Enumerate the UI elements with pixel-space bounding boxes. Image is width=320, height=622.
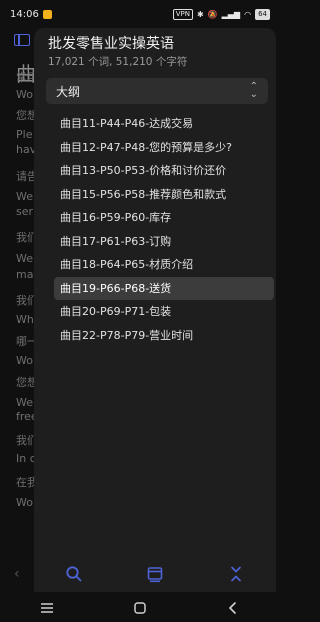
outline-item[interactable]: 曲目17-P61-P63-订购: [54, 230, 274, 254]
outline-list: 曲目11-P44-P46-达成交易 曲目12-P47-P48-您的预算是多少? 曲目…: [54, 112, 274, 347]
document-text-line: Wo: [16, 496, 33, 509]
outline-item[interactable]: 曲目18-P64-P65-材质介绍: [54, 253, 274, 277]
back-button[interactable]: [219, 596, 247, 620]
outline-item[interactable]: 曲目22-P78-P79-营业时间: [54, 324, 274, 348]
document-text-line: Wh: [16, 313, 34, 326]
document-text-line: We: [16, 396, 33, 409]
outline-item[interactable]: 曲目11-P44-P46-达成交易: [54, 112, 274, 136]
collapse-icon: [230, 566, 241, 582]
home-button[interactable]: [126, 596, 154, 620]
outline-dropdown[interactable]: 大纲 ⌃ ⌄: [46, 78, 268, 104]
document-text-line: In c: [16, 452, 36, 465]
panel-footer: [34, 556, 276, 592]
outline-panel: 批发零售业实操英语 17,021 个词, 51,210 个字符 大纲 ⌃ ⌄ 曲目…: [34, 28, 276, 592]
outline-item[interactable]: 曲目16-P59-P60-库存: [54, 206, 274, 230]
recent-apps-button[interactable]: [33, 596, 61, 620]
document-text-line: Wo: [16, 354, 33, 367]
notification-icon: [42, 9, 52, 19]
display-icon: [147, 567, 163, 583]
collapse-button[interactable]: [222, 560, 250, 588]
wifi-icon: ◠: [244, 9, 252, 19]
signal-icon: ▂▄▆: [221, 9, 241, 19]
search-button[interactable]: [60, 560, 88, 588]
search-icon: [66, 566, 82, 582]
book-stats: 17,021 个词, 51,210 个字符: [48, 56, 188, 68]
outline-item[interactable]: 曲目13-P50-P53-价格和讨价还价: [54, 159, 274, 183]
clock: 14:06: [10, 8, 39, 20]
outline-item[interactable]: 曲目15-P56-P58-推荐颜色和款式: [54, 183, 274, 207]
vpn-badge: VPN: [172, 8, 193, 20]
outline-item[interactable]: 曲目12-P47-P48-您的预算是多少?: [54, 136, 274, 160]
outline-toggle-icon[interactable]: [14, 34, 30, 46]
prev-page-icon[interactable]: ‹: [14, 566, 20, 582]
battery-icon: 64: [255, 8, 270, 20]
back-icon: [229, 602, 237, 614]
document-text-line: Ple: [16, 128, 33, 141]
display-button[interactable]: [141, 560, 169, 588]
menu-icon: [40, 603, 53, 613]
status-bar: 14:06 VPN ✱ 🔕 ▂▄▆ ◠ 64: [0, 0, 280, 28]
home-icon: [134, 602, 146, 614]
document-text-line: We: [16, 190, 33, 203]
outline-item[interactable]: 曲目20-P69-P71-包装: [54, 300, 274, 324]
book-title: 批发零售业实操英语: [48, 36, 174, 52]
document-text-line: ser: [16, 205, 34, 218]
mute-icon: 🔕: [207, 9, 218, 19]
outline-item-active[interactable]: 曲目19-P66-P68-送货: [54, 276, 274, 300]
document-text-line: Wo: [16, 88, 33, 101]
system-nav-bar: [0, 594, 280, 622]
dropdown-label: 大纲: [56, 84, 81, 99]
document-text-line: We: [16, 252, 33, 265]
chevron-updown-icon: ⌃ ⌄: [249, 81, 258, 100]
bluetooth-icon: ✱: [196, 9, 204, 19]
